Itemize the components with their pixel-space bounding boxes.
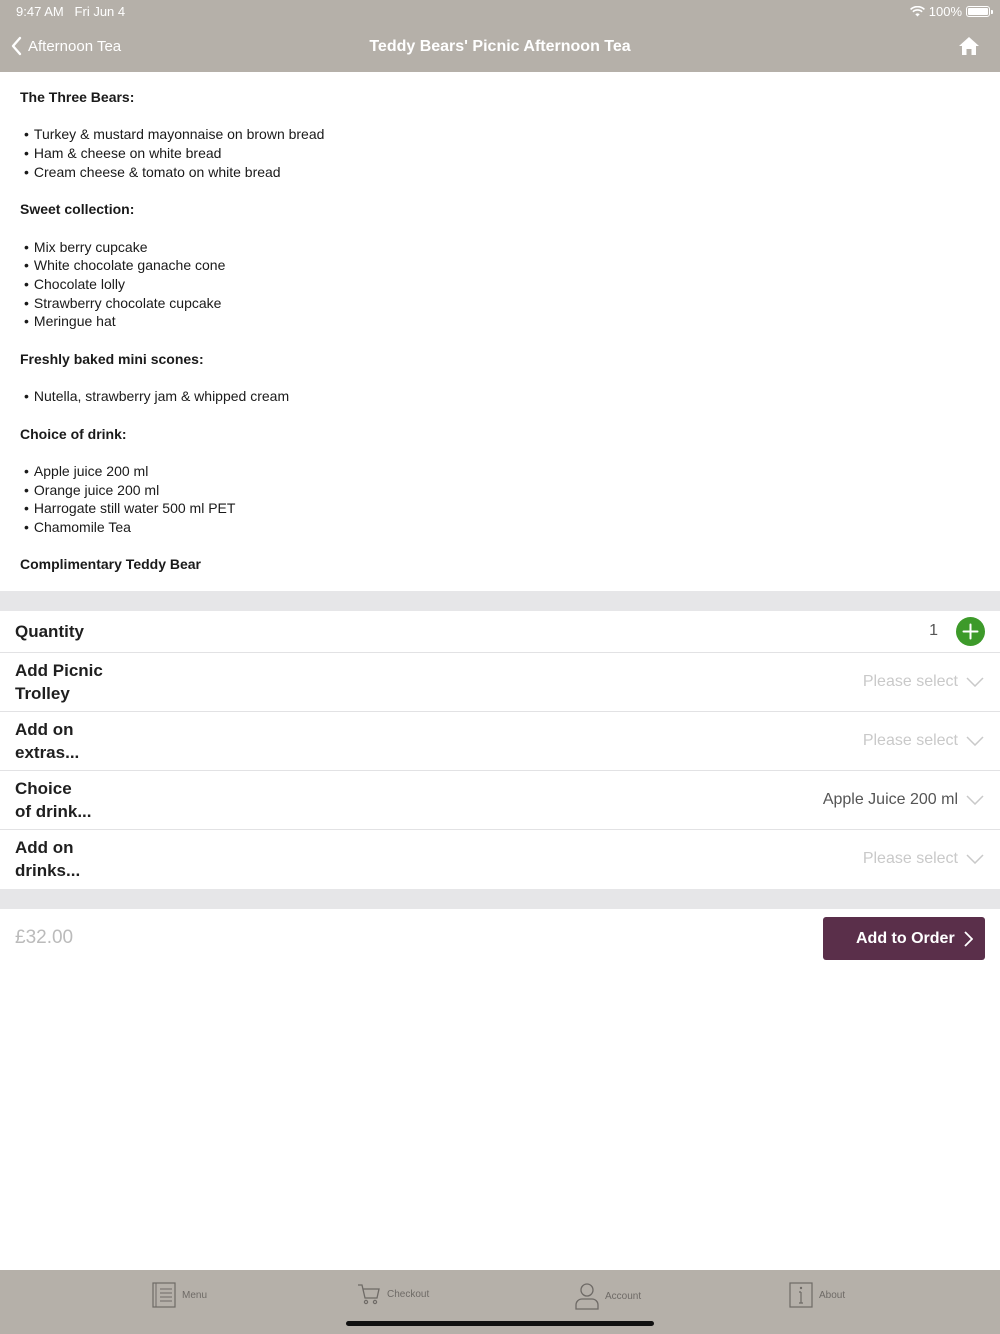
chevron-down-icon: [966, 795, 984, 805]
list-item: Orange juice 200 ml: [20, 481, 980, 500]
list-item: Cream cheese & tomato on white bread: [20, 163, 980, 182]
price-label: £32.00: [15, 927, 74, 948]
option-label-line: of drink...: [15, 802, 92, 821]
option-label-line: Add on: [15, 838, 74, 857]
list-item: Turkey & mustard mayonnaise on brown bre…: [20, 125, 980, 144]
plus-icon: [962, 623, 979, 640]
section-heading: Choice of drink:: [20, 425, 127, 442]
tab-account[interactable]: Account: [575, 1282, 641, 1310]
person-icon: [575, 1283, 599, 1310]
wifi-icon: [909, 6, 925, 17]
chevron-right-icon: [964, 931, 973, 947]
cart-icon: [358, 1284, 380, 1305]
list-item: Harrogate still water 500 ml PET: [20, 499, 980, 518]
option-row-extras[interactable]: Add on extras... Please select: [0, 712, 1000, 771]
option-label-line: Choice: [15, 779, 72, 798]
option-select-value[interactable]: Apple Juice 200 ml: [823, 791, 958, 809]
home-button[interactable]: [958, 36, 980, 61]
tab-checkout[interactable]: Checkout: [357, 1282, 429, 1306]
section-heading: Freshly baked mini scones:: [20, 350, 204, 367]
chevron-down-icon: [966, 854, 984, 864]
home-icon: [959, 37, 979, 55]
tab-menu[interactable]: Menu: [152, 1282, 207, 1308]
quantity-increase-button[interactable]: [956, 617, 985, 646]
battery-percent: 100%: [928, 4, 962, 19]
tab-label: Menu: [182, 1289, 208, 1301]
option-select-value[interactable]: Please select: [863, 673, 958, 691]
option-row-add-on-drinks[interactable]: Add on drinks... Please select: [0, 830, 1000, 889]
tab-about[interactable]: About: [789, 1282, 845, 1308]
section-separator: [0, 591, 1000, 611]
home-indicator: [346, 1321, 654, 1326]
info-icon: [789, 1282, 813, 1308]
top-bar: 9:47 AM Fri Jun 4 100% Afternoon Tea Ted…: [0, 0, 1000, 72]
chevron-down-icon: [966, 677, 984, 687]
option-label: Add Picnic Trolley: [15, 659, 103, 705]
list-item: Chamomile Tea: [20, 518, 980, 537]
option-select-value[interactable]: Please select: [863, 850, 958, 868]
list-item: Apple juice 200 ml: [20, 462, 980, 481]
status-date-text: Fri Jun 4: [74, 4, 126, 19]
section-heading: Sweet collection:: [20, 201, 135, 218]
status-time: 9:47 AM Fri Jun 4: [16, 4, 125, 19]
list-item: Ham & cheese on white bread: [20, 144, 980, 163]
complimentary-note: Complimentary Teddy Bear: [20, 556, 202, 573]
chevron-down-icon: [966, 736, 984, 746]
option-label-line: drinks...: [15, 861, 81, 880]
list-item: Chocolate lolly: [20, 275, 980, 294]
list-item: White chocolate ganache cone: [20, 256, 980, 275]
tab-label: Account: [605, 1290, 642, 1302]
option-label: Add on extras...: [15, 718, 79, 764]
list-item: Strawberry chocolate cupcake: [20, 294, 980, 313]
section-heading: The Three Bears:: [20, 89, 135, 105]
quantity-label: Quantity: [15, 622, 84, 641]
tab-label: Checkout: [387, 1288, 430, 1300]
page-title: Teddy Bears' Picnic Afternoon Tea: [369, 38, 631, 55]
section-separator: [0, 889, 1000, 909]
option-label-line: extras...: [15, 743, 80, 762]
option-row-picnic-trolley[interactable]: Add Picnic Trolley Please select: [0, 653, 1000, 712]
battery-icon: [966, 6, 993, 17]
quantity-value: 1: [929, 622, 938, 639]
status-indicators: 100%: [909, 4, 993, 19]
option-label: Add on drinks...: [15, 836, 80, 882]
option-label: Choice of drink...: [15, 777, 92, 823]
option-label-line: Add on: [15, 720, 74, 739]
add-to-order-label: Add to Order: [856, 929, 955, 947]
menu-list-icon: [152, 1282, 176, 1308]
option-label-line: Trolley: [15, 684, 70, 703]
list-item: Meringue hat: [20, 312, 980, 331]
tab-label: About: [819, 1289, 846, 1301]
option-row-choice-of-drink[interactable]: Choice of drink... Apple Juice 200 ml: [0, 771, 1000, 830]
option-select-value[interactable]: Please select: [863, 732, 958, 750]
list-item: Nutella, strawberry jam & whipped cream: [20, 387, 980, 406]
quantity-row: Quantity 1: [0, 611, 1000, 653]
option-label-line: Add Picnic: [15, 661, 103, 680]
item-description: The Three Bears: Turkey & mustard mayonn…: [20, 88, 980, 574]
status-time-text: 9:47 AM: [16, 4, 64, 19]
list-item: Mix berry cupcake: [20, 238, 980, 257]
add-to-order-button[interactable]: Add to Order: [823, 917, 985, 960]
